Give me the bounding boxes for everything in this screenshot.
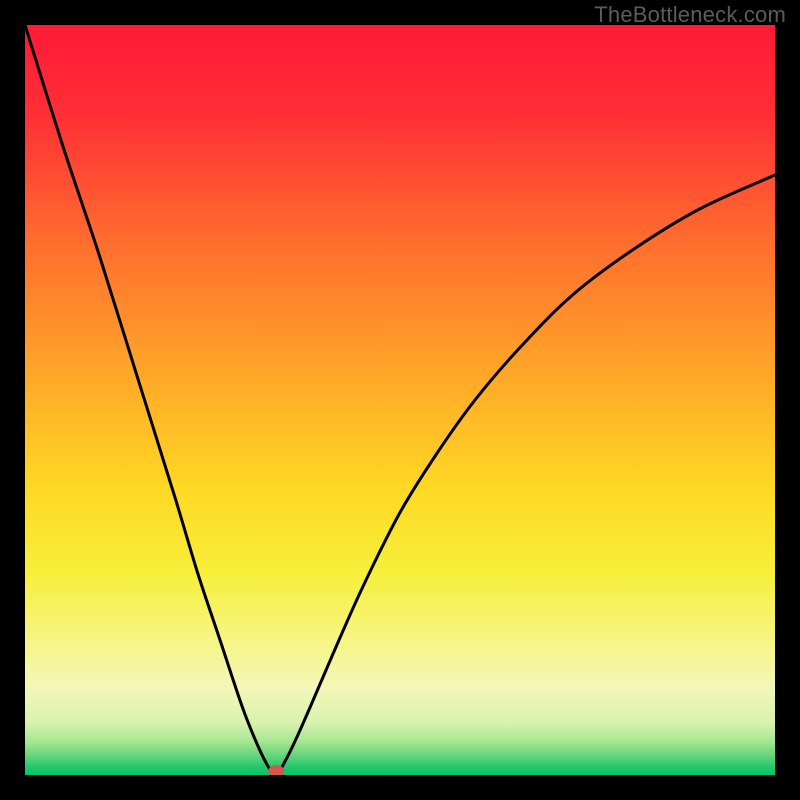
chart-plot-area xyxy=(25,25,775,775)
chart-background xyxy=(25,25,775,775)
chart-svg xyxy=(25,25,775,775)
watermark-text: TheBottleneck.com xyxy=(594,2,786,28)
